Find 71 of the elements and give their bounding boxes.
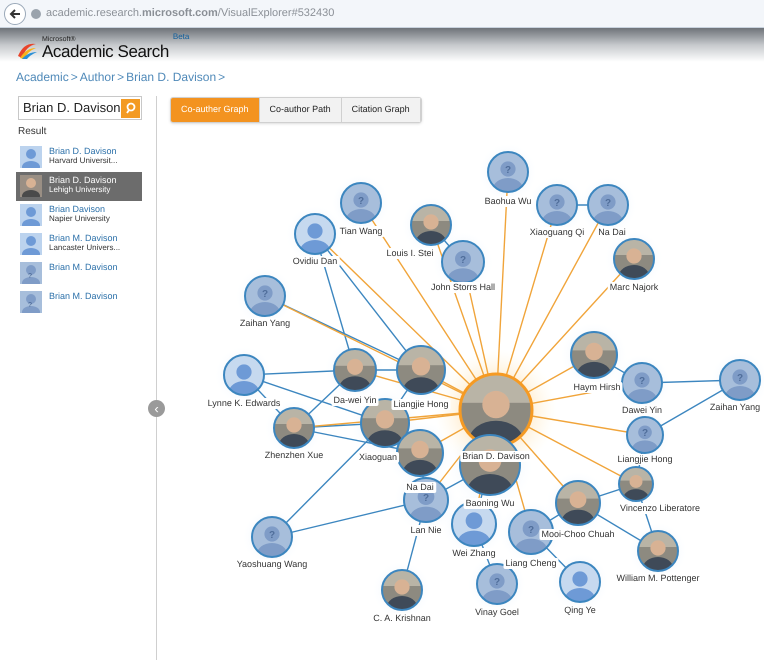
author-name: Brian D. Davison: [49, 175, 117, 185]
author-affiliation: Lehigh University: [49, 185, 112, 195]
author-name: Brian M. Davison: [49, 291, 118, 301]
breadcrumb-link[interactable]: Academic: [16, 68, 69, 86]
graph-tab[interactable]: Citation Graph: [342, 98, 421, 122]
result-item[interactable]: Brian D. Davison Lehigh University: [16, 172, 142, 201]
author-affiliation: Lancaster Univers...: [49, 243, 120, 253]
result-item[interactable]: Brian D. Davison Harvard Universit...: [16, 143, 142, 172]
question-mark: ?: [504, 165, 512, 176]
question-mark: ?: [552, 198, 562, 209]
author-name: Tian Wang: [338, 226, 384, 237]
question-mark: ?: [604, 198, 612, 209]
collapse-button[interactable]: ‹: [148, 400, 165, 417]
question-mark: ?: [492, 577, 502, 588]
author-name: Brian Davison: [49, 204, 106, 214]
question-mark: ?: [638, 376, 646, 387]
author-name: Liang Cheng: [503, 558, 559, 569]
author-name: Lynne K. Edwards: [206, 398, 282, 409]
author-name: Baoning Wu: [464, 498, 516, 509]
result-item[interactable]: Brian Davison Napier University: [16, 201, 142, 230]
author-name: Dawei Yin: [620, 405, 664, 416]
breadcrumb-separator: >: [117, 69, 124, 86]
breadcrumb-separator: >: [218, 69, 226, 86]
author-name: Xiaoguang Qi: [528, 227, 586, 238]
result-item[interactable]: Brian M. Davison Lancaster Univers...: [16, 230, 142, 259]
question-mark: ?: [526, 525, 536, 536]
question-mark: ?: [458, 255, 468, 266]
author-name: Liangjie Hong: [391, 399, 451, 410]
author-name: Xiaoguan: [356, 452, 400, 463]
author-name: Brian D. Davison: [49, 146, 118, 156]
author-affiliation: Napier University: [49, 214, 110, 224]
brand-name: Academic Search: [42, 43, 169, 60]
breadcrumb-link[interactable]: Author: [80, 68, 116, 86]
question-mark: ?: [260, 289, 270, 300]
author-name: Zaihan Yang: [238, 318, 292, 329]
result-heading: Result: [18, 125, 48, 139]
question-mark: ?: [736, 373, 744, 384]
author-name: Zaihan Yang: [708, 402, 762, 413]
author-name: Vinay Goel: [473, 607, 521, 618]
author-name: William M. Pottenger: [614, 573, 702, 584]
author-name: C. A. Krishnan: [371, 613, 433, 624]
author-name: Na Dai: [404, 482, 436, 493]
author-name: Zhenzhen Xue: [262, 450, 326, 461]
author-name: Vincenzo Liberatore: [618, 503, 702, 514]
author-name: Brian D. Davison: [460, 451, 532, 462]
author-name: Yaoshuang Wang: [234, 559, 310, 570]
author-name: Qing Ye: [562, 605, 598, 616]
beta-label: Beta: [172, 31, 190, 43]
author-name: Wei Zhang: [450, 548, 498, 559]
graph-tab[interactable]: Co-author Path: [260, 98, 342, 122]
author-affiliation: Harvard Universit...: [49, 156, 118, 166]
question-mark: ?: [356, 196, 366, 207]
author-name: Na Dai: [596, 227, 628, 238]
author-name: Lan Nie: [408, 525, 444, 536]
question-mark: ?: [268, 530, 276, 541]
author-name: Mooi-Choo Chuah: [539, 529, 617, 540]
author-name: Marc Najork: [608, 282, 660, 293]
question-mark: ?: [640, 428, 650, 439]
author-name: Brian M. Davison: [49, 233, 119, 243]
search-field[interactable]: Brian D. Davison: [18, 96, 142, 120]
breadcrumb-separator: >: [70, 69, 78, 86]
author-name: Liangjie Hong: [615, 454, 675, 465]
question-mark: ?: [422, 493, 430, 504]
breadcrumb-link[interactable]: Brian D. Davison: [126, 68, 216, 86]
author-name: John Storrs Hall: [428, 282, 498, 293]
author-name: Da-wei Yin: [331, 395, 379, 406]
author-name: Haym Hirsh: [572, 382, 622, 393]
author-name: Baohua Wu: [482, 196, 534, 207]
author-name: Louis I. Stei: [384, 248, 436, 259]
author-name: Brian M. Davison: [49, 262, 118, 272]
author-name: Ovidiu Dan: [290, 256, 340, 267]
